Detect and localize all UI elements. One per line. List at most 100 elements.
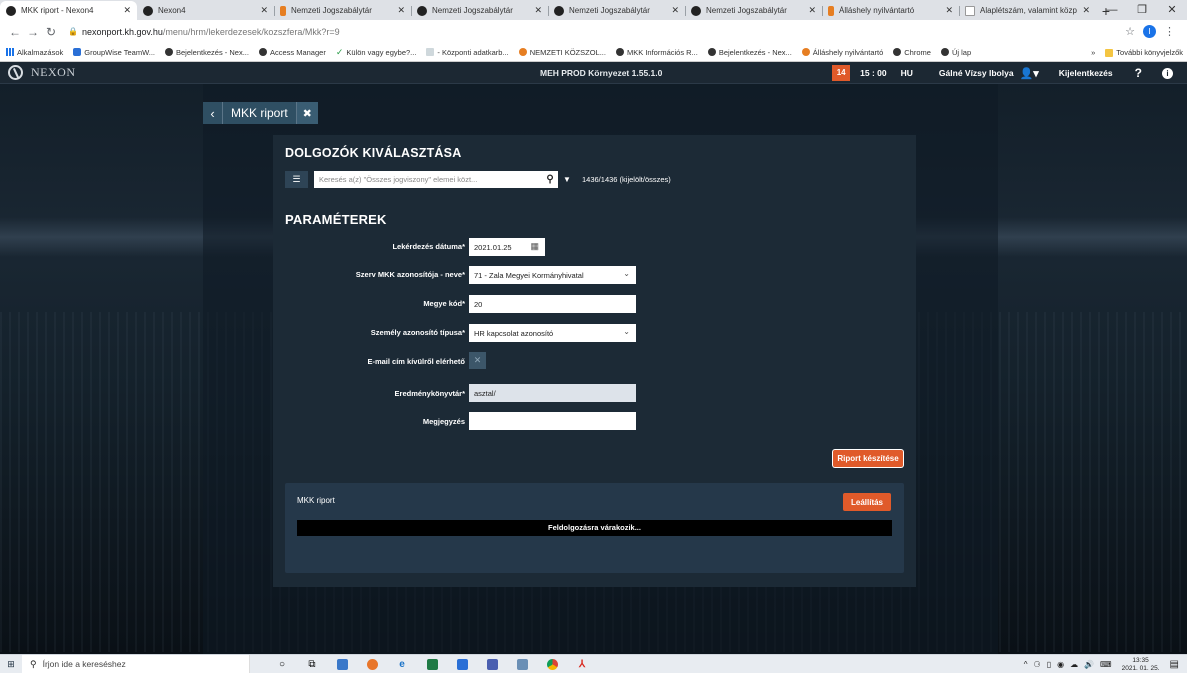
cross-icon: ✕ — [473, 355, 482, 365]
clock-time: 13:35 — [1132, 656, 1149, 664]
result-dir-value: asztal/ — [474, 388, 496, 398]
restore-icon[interactable]: ❐ — [1127, 0, 1157, 20]
notification-badge[interactable]: 14 — [832, 65, 851, 81]
close-icon[interactable]: ✕ — [808, 5, 816, 16]
language-selector[interactable]: HU — [901, 68, 913, 78]
other-bookmarks[interactable]: További könyvjelzők — [1105, 48, 1183, 57]
bookmark-uj-lap[interactable]: Új lap — [940, 48, 971, 57]
close-icon[interactable]: ✕ — [945, 5, 953, 16]
bookmark-access-manager[interactable]: Access Manager — [258, 48, 326, 57]
excel-icon[interactable] — [422, 657, 442, 671]
bookmark-bejelentkezes-1[interactable]: Bejelentkezés - Nex... — [165, 48, 249, 57]
create-report-button[interactable]: Riport készítése — [833, 450, 903, 467]
acrobat-icon[interactable]: ⅄ — [572, 657, 592, 671]
browser-tab-jogszabalytar-1[interactable]: Nemzeti Jogszabálytár ✕ — [274, 1, 411, 20]
bookmark-chrome[interactable]: Chrome — [893, 48, 931, 57]
bookmark-star-icon[interactable]: ☆ — [1125, 25, 1135, 38]
browser-tab-alapletszam[interactable]: Alaplétszám, valamint közp ✕ — [959, 1, 1096, 20]
employee-search-input[interactable]: Keresés a(z) "Összes jogviszony" elemei … — [314, 171, 558, 188]
windows-start-icon[interactable]: ⊞ — [0, 659, 22, 670]
search-icon[interactable]: ⚲ — [542, 174, 558, 185]
tray-battery-icon[interactable]: ▯ — [1047, 660, 1051, 669]
bookmark-kozponti-adatkarb[interactable]: - Központi adatkarb... — [426, 48, 509, 57]
task-view-icon[interactable]: ⧉ — [302, 657, 322, 671]
tray-chevron-icon[interactable]: ^ — [1024, 660, 1028, 669]
back-arrow-icon[interactable]: ← — [6, 25, 24, 39]
windows-taskbar: ⊞ ⚲ Írjon ide a kereséshez ○ ⧉ e ⅄ ^ ⚆ ▯… — [0, 654, 1187, 673]
query-date-field[interactable]: 2021.01.25 ▦ — [469, 238, 545, 256]
bookmark-kulon-vagy-egybe[interactable]: ✓ Külön vagy egybe?... — [336, 47, 417, 58]
menu-dots-icon[interactable]: ⋮ — [1164, 25, 1175, 38]
nexon-icon — [143, 5, 153, 16]
help-icon[interactable]: ? — [1135, 66, 1142, 80]
info-icon[interactable]: i — [1162, 67, 1173, 79]
nexon-icon — [6, 5, 16, 16]
java-icon[interactable] — [512, 657, 532, 671]
close-icon[interactable]: ✕ — [534, 5, 542, 16]
minimize-icon[interactable]: — — [1097, 0, 1127, 20]
close-page-button[interactable]: ✖ — [295, 102, 318, 124]
close-icon[interactable]: ✕ — [671, 5, 679, 16]
taskbar-clock[interactable]: 13:35 2021. 01. 25. — [1122, 657, 1160, 673]
forward-arrow-icon[interactable]: → — [24, 25, 42, 39]
email-external-checkbox[interactable]: ✕ — [469, 352, 486, 369]
nexon-logo[interactable]: NEXON — [0, 65, 300, 80]
tray-cloud-icon[interactable]: ☁ — [1070, 660, 1078, 669]
close-icon[interactable]: ✕ — [123, 5, 131, 16]
search-dropdown-caret[interactable]: ▼ — [561, 171, 573, 188]
logout-button[interactable]: Kijelentkezés — [1059, 68, 1113, 78]
county-code-field[interactable]: 20 — [469, 295, 636, 313]
page-title: MKK riport — [223, 102, 296, 124]
bookmarks-overflow[interactable]: » — [1091, 48, 1095, 57]
tray-network-icon[interactable]: ◉ — [1057, 660, 1064, 669]
bookmark-bejelentkezes-2[interactable]: Bejelentkezés - Nex... — [707, 48, 792, 57]
browser-tab-allashely[interactable]: Álláshely nyilvántartó ✕ — [822, 1, 959, 20]
note-field[interactable] — [469, 412, 636, 430]
org-mkk-select[interactable]: 71 - Zala Megyei Kormányhivatal ⌄ — [469, 266, 636, 284]
check-icon: ✓ — [335, 46, 344, 57]
bookmark-groupwise[interactable]: GroupWise TeamW... — [73, 48, 155, 57]
bookmark-mkk-informacios[interactable]: MKK Információs R... — [615, 48, 698, 57]
firefox-icon[interactable] — [362, 657, 382, 671]
stop-button[interactable]: Leállítás — [843, 493, 891, 511]
browser-tab-jogszabalytar-2[interactable]: Nemzeti Jogszabálytár ✕ — [411, 1, 548, 20]
folder-icon — [1105, 48, 1114, 57]
user-name[interactable]: Gálné Vízsy Ibolya — [939, 68, 1014, 78]
close-icon[interactable]: ✕ — [260, 5, 268, 16]
browser-tab-nexon4[interactable]: Nexon4 ✕ — [137, 1, 274, 20]
outlook-icon[interactable] — [452, 657, 472, 671]
cortana-icon[interactable]: ○ — [272, 657, 292, 671]
profile-avatar[interactable]: I — [1143, 25, 1156, 38]
reload-icon[interactable]: ↻ — [42, 25, 60, 39]
tray-app-icon[interactable]: ⚆ — [1034, 660, 1041, 669]
bookmark-alkalmazasok[interactable]: Alkalmazások — [6, 48, 63, 57]
calendar-icon[interactable]: ▦ — [530, 241, 539, 252]
bookmark-allashely[interactable]: Álláshely nyilvántartó — [801, 48, 883, 57]
notification-center-icon[interactable]: ▤ — [1170, 659, 1179, 670]
orange-circle-icon — [518, 48, 527, 56]
taskbar-search-input[interactable]: ⚲ Írjon ide a kereséshez — [22, 654, 250, 673]
address-bar[interactable]: 🔒 nexonport.kh.gov.hu/menu/hrm/lekerdeze… — [64, 22, 1125, 41]
close-window-icon[interactable]: ✕ — [1157, 0, 1187, 20]
globe-icon — [893, 48, 902, 56]
chrome-icon[interactable] — [542, 657, 562, 671]
browser-tab-jogszabalytar-4[interactable]: Nemzeti Jogszabálytár ✕ — [685, 1, 822, 20]
tray-keyboard-icon[interactable]: ⌨ — [1100, 660, 1112, 669]
close-icon[interactable]: ✕ — [1082, 5, 1090, 16]
browser-tab-jogszabalytar-3[interactable]: Nemzeti Jogszabálytár ✕ — [548, 1, 685, 20]
result-dir-field[interactable]: asztal/ — [469, 384, 636, 402]
globe-icon — [554, 5, 564, 16]
close-icon[interactable]: ✕ — [397, 5, 405, 16]
back-button[interactable]: ‹ — [203, 102, 223, 124]
tray-volume-icon[interactable]: 🔊 — [1084, 660, 1094, 669]
note-label: Megjegyzés — [422, 417, 465, 426]
user-menu-icon[interactable]: 👤▾ — [1020, 67, 1039, 80]
list-view-button[interactable]: ☰ — [285, 171, 308, 188]
file-explorer-icon[interactable] — [332, 657, 352, 671]
search-icon: ⚲ — [30, 658, 37, 669]
bookmark-nemzeti-kozszol[interactable]: NEMZETI KÖZSZOL... — [518, 48, 606, 57]
person-id-type-select[interactable]: HR kapcsolat azonosító ⌄ — [469, 324, 636, 342]
edge-icon[interactable]: e — [392, 657, 412, 671]
browser-tab-mkk-riport[interactable]: MKK riport - Nexon4 ✕ — [0, 1, 137, 20]
app-icon[interactable] — [482, 657, 502, 671]
